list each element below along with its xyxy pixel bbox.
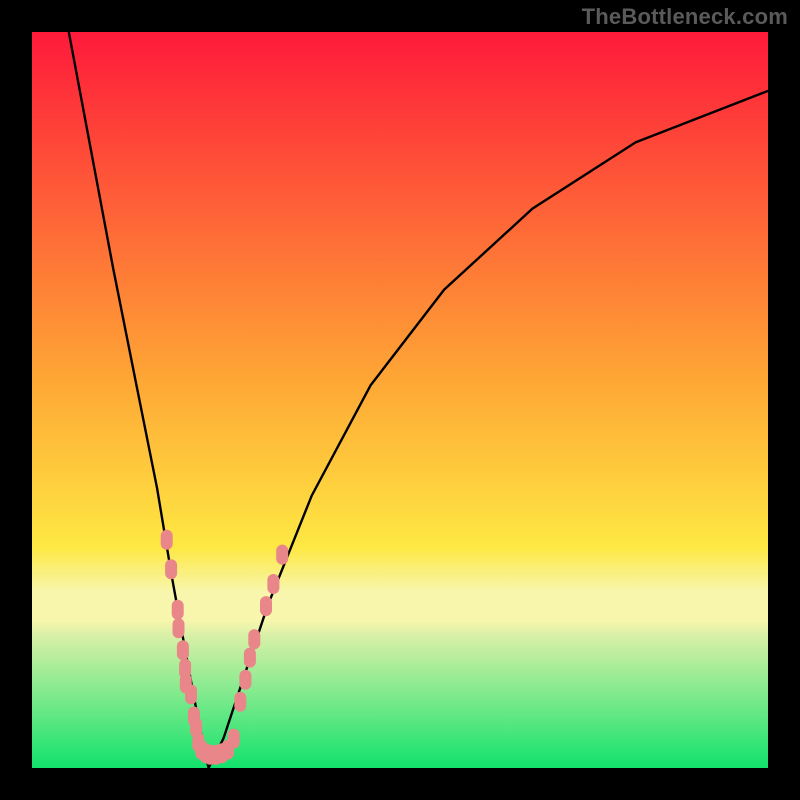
scatter-point: [234, 692, 246, 712]
scatter-point: [260, 596, 272, 616]
gradient-bg: [32, 32, 768, 768]
scatter-point: [173, 618, 185, 638]
scatter-point: [177, 640, 189, 660]
scatter-point: [172, 600, 184, 620]
scatter-point: [228, 729, 240, 749]
scatter-point: [244, 648, 256, 668]
scatter-point: [161, 530, 173, 550]
scatter-point: [165, 559, 177, 579]
scatter-point: [267, 574, 279, 594]
chart-frame: TheBottleneck.com: [0, 0, 800, 800]
bottleneck-plot: [0, 0, 800, 800]
scatter-point: [248, 629, 260, 649]
watermark-label: TheBottleneck.com: [582, 4, 788, 30]
scatter-point: [185, 684, 197, 704]
scatter-point: [276, 545, 288, 565]
scatter-point: [239, 670, 251, 690]
plot-area: [32, 32, 768, 768]
